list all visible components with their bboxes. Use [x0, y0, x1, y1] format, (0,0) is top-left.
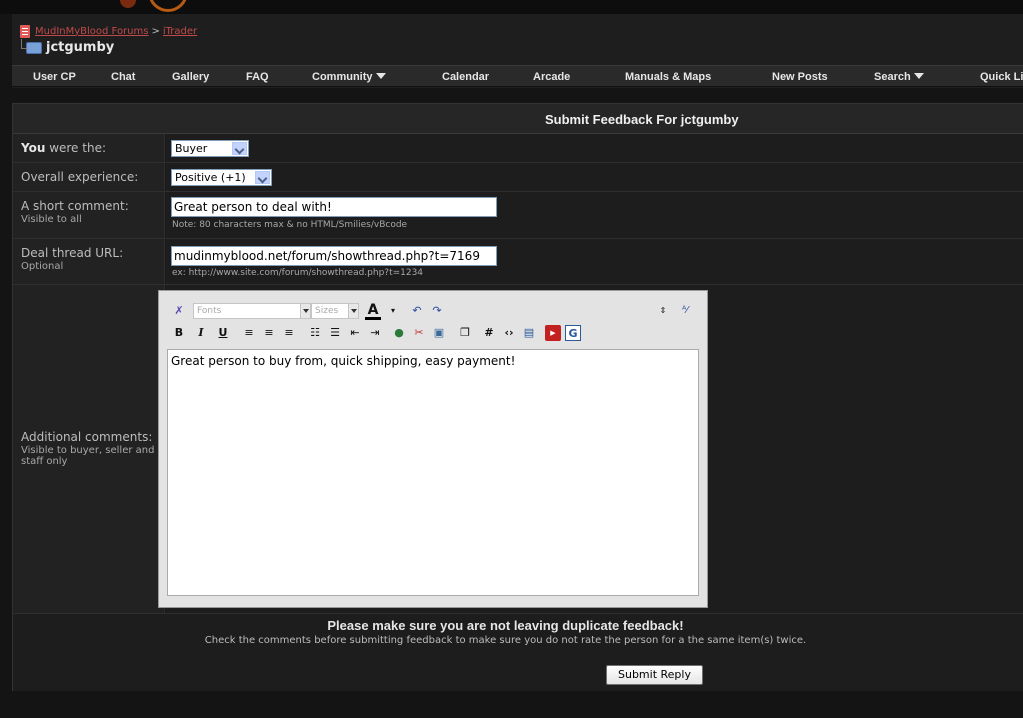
rich-text-editor: ✗ Fonts Sizes A ▾ ↶ ↷ ⇕ ᴬ⁄ B I U ≡ ≡ ≡ ☷…: [158, 290, 708, 608]
breadcrumb-itrader-link[interactable]: iTrader: [163, 26, 197, 37]
role-select[interactable]: Buyer: [171, 140, 249, 157]
logo-fragment: [120, 0, 136, 8]
font-select-value: Fonts: [197, 306, 222, 316]
nav-faq[interactable]: FAQ: [246, 66, 269, 88]
folder-icon: [21, 38, 42, 54]
italic-icon[interactable]: I: [193, 325, 209, 341]
form-header: Submit Feedback For jctgumby: [13, 104, 1023, 134]
label-overall: Overall experience:: [13, 163, 165, 191]
outdent-icon[interactable]: ⇤: [347, 325, 363, 341]
redo-icon[interactable]: ↷: [429, 303, 445, 319]
row-short-comment: A short comment: Visible to all Great pe…: [13, 192, 1023, 239]
breadcrumb-separator: >: [151, 25, 160, 37]
youtube-icon[interactable]: ▶: [545, 325, 561, 341]
toolbar-row-2: B I U ≡ ≡ ≡ ☷ ☰ ⇤ ⇥ ● ✂ ▣ ❐ # ‹› ▤ ▶ G: [159, 322, 707, 344]
insert-image-icon[interactable]: ▣: [431, 325, 447, 341]
nav-quick-links[interactable]: Quick Li: [980, 66, 1023, 88]
bold-icon[interactable]: B: [171, 325, 187, 341]
dropdown-arrow-icon: [913, 73, 924, 79]
label-short-comment: A short comment: Visible to all: [13, 192, 165, 238]
label-deal-url-sub: Optional: [21, 261, 64, 272]
underline-icon[interactable]: U: [215, 325, 231, 341]
label-additional: Additional comments: Visible to buyer, s…: [13, 285, 165, 613]
php-code-icon[interactable]: ▤: [521, 325, 537, 341]
value-cell: Great person to deal with! Note: 80 char…: [166, 192, 1023, 238]
font-select[interactable]: Fonts: [193, 303, 311, 319]
nav-manuals-maps[interactable]: Manuals & Maps: [625, 66, 711, 88]
row-overall: Overall experience: Positive (+1): [13, 163, 1023, 192]
chevron-down-icon: [300, 304, 310, 318]
row-deal-url: Deal thread URL: Optional mudinmyblood.n…: [13, 239, 1023, 285]
nav-search-label: Search: [874, 71, 911, 83]
logo-curve: [148, 0, 188, 12]
label-short-comment-text: A short comment:: [21, 199, 129, 213]
short-comment-input[interactable]: Great person to deal with!: [171, 197, 497, 217]
align-left-icon[interactable]: ≡: [241, 325, 257, 341]
remove-format-icon[interactable]: ✗: [171, 303, 187, 319]
submit-reply-button[interactable]: Submit Reply: [606, 665, 703, 685]
size-select[interactable]: Sizes: [311, 303, 359, 319]
text-color-icon[interactable]: A: [365, 303, 381, 320]
page-title-text: jctgumby: [46, 40, 115, 55]
label-you-bold: You: [21, 141, 46, 155]
indent-icon[interactable]: ⇥: [367, 325, 383, 341]
nav-search[interactable]: Search: [874, 66, 924, 88]
label-deal-url-text: Deal thread URL:: [21, 246, 124, 260]
row-you-were-the: You were the: Buyer: [13, 134, 1023, 163]
nav-calendar[interactable]: Calendar: [442, 66, 489, 88]
value-cell: Buyer: [166, 134, 1023, 162]
duplicate-warning-title: Please make sure you are not leaving dup…: [327, 618, 684, 633]
chevron-down-icon: [232, 142, 247, 155]
google-icon[interactable]: G: [565, 325, 581, 341]
nav-community[interactable]: Community: [312, 66, 386, 88]
deal-url-input[interactable]: mudinmyblood.net/forum/showthread.php?t=…: [171, 246, 497, 266]
additional-comments-textarea[interactable]: Great person to buy from, quick shipping…: [167, 349, 699, 596]
chevron-down-icon[interactable]: ▾: [385, 303, 401, 319]
label-additional-sub: Visible to buyer, seller and staff only: [21, 445, 155, 467]
undo-icon[interactable]: ↶: [409, 303, 425, 319]
align-center-icon[interactable]: ≡: [261, 325, 277, 341]
document-icon: [20, 24, 30, 38]
nav-user-cp[interactable]: User CP: [33, 66, 76, 88]
breadcrumb: MudInMyBlood Forums > iTrader: [20, 24, 197, 38]
dropdown-arrow-icon: [375, 73, 386, 79]
quote-icon[interactable]: ❐: [457, 325, 473, 341]
code-hash-icon[interactable]: #: [481, 325, 497, 341]
nav-chat[interactable]: Chat: [111, 66, 135, 88]
form-header-title: Submit Feedback For jctgumby: [545, 112, 739, 127]
deal-url-note: ex: http://www.site.com/forum/showthread…: [172, 268, 424, 278]
label-deal-url: Deal thread URL: Optional: [13, 239, 165, 284]
short-comment-note: Note: 80 characters max & no HTML/Smilie…: [172, 220, 408, 230]
rating-select-value: Positive (+1): [175, 171, 246, 184]
insert-link-icon[interactable]: ●: [391, 325, 407, 341]
nav-gallery[interactable]: Gallery: [172, 66, 209, 88]
nav-arcade[interactable]: Arcade: [533, 66, 570, 88]
value-cell: Positive (+1): [166, 163, 1023, 191]
label-additional-text: Additional comments:: [21, 430, 153, 444]
unordered-list-icon[interactable]: ☰: [327, 325, 343, 341]
page-title: jctgumby: [21, 38, 115, 55]
chevron-down-icon: [255, 171, 270, 184]
breadcrumb-forum-link[interactable]: MudInMyBlood Forums: [35, 26, 148, 37]
duplicate-warning-text: Check the comments before submitting fee…: [204, 635, 807, 646]
align-right-icon[interactable]: ≡: [281, 325, 297, 341]
size-select-value: Sizes: [315, 306, 339, 316]
role-select-value: Buyer: [175, 142, 208, 155]
ordered-list-icon[interactable]: ☷: [307, 325, 323, 341]
rating-select[interactable]: Positive (+1): [171, 169, 272, 186]
label-you-rest: were the:: [45, 141, 106, 155]
remove-link-icon[interactable]: ✂: [411, 325, 427, 341]
value-cell: mudinmyblood.net/forum/showthread.php?t=…: [166, 239, 1023, 284]
top-strip: [0, 0, 1023, 14]
html-code-icon[interactable]: ‹›: [501, 325, 517, 341]
resize-icon[interactable]: ⇕: [655, 303, 671, 319]
switch-mode-icon[interactable]: ᴬ⁄: [677, 303, 693, 319]
nav-bar: User CP Chat Gallery FAQ Community Calen…: [12, 65, 1023, 87]
label-you-were-the: You were the:: [13, 134, 165, 162]
toolbar-row-1: ✗ Fonts Sizes A ▾ ↶ ↷ ⇕ ᴬ⁄: [159, 300, 707, 322]
nav-new-posts[interactable]: New Posts: [772, 66, 828, 88]
label-short-comment-sub: Visible to all: [21, 214, 82, 225]
chevron-down-icon: [348, 304, 358, 318]
nav-community-label: Community: [312, 71, 373, 83]
